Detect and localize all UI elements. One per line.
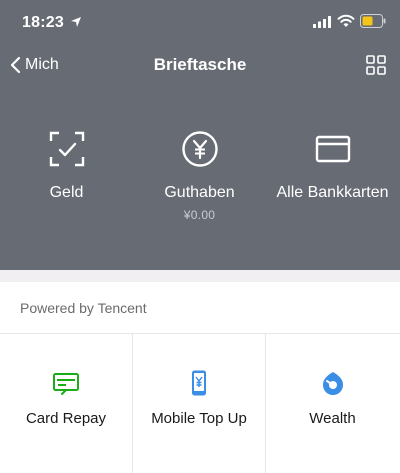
bank-cards-button[interactable]: Alle Bankkarten	[266, 120, 399, 202]
powered-by-label: Powered by Tencent	[20, 300, 147, 316]
wealth-icon	[322, 372, 343, 395]
scan-check-icon	[49, 131, 84, 167]
mobile-top-up-label: Mobile Top Up	[151, 410, 247, 427]
cellular-signal-icon	[313, 16, 331, 28]
status-time: 18:23	[22, 14, 64, 31]
balance-button[interactable]: Guthaben ¥0.00	[133, 120, 266, 222]
wallet-features: Geld Guthaben ¥0.00 Alle Bankkarten	[0, 120, 400, 230]
bank-card-icon	[315, 135, 350, 163]
section-header: Powered by Tencent	[0, 282, 400, 334]
mobile-top-up-button[interactable]: Mobile Top Up	[133, 334, 266, 473]
bank-cards-label: Alle Bankkarten	[276, 184, 389, 201]
money-label: Geld	[49, 184, 84, 201]
balance-label: Guthaben	[164, 184, 235, 201]
balance-amount: ¥0.00	[183, 208, 216, 222]
card-repay-label: Card Repay	[25, 410, 107, 427]
mobile-topup-icon	[192, 370, 206, 396]
wealth-button[interactable]: Wealth	[266, 334, 399, 473]
yen-circle-icon	[181, 131, 218, 167]
section-divider	[0, 270, 400, 282]
card-repay-button[interactable]: Card Repay	[0, 334, 133, 473]
money-button[interactable]: Geld	[0, 120, 133, 202]
page-title: Brieftasche	[153, 55, 247, 74]
grid-menu-icon[interactable]	[366, 55, 386, 75]
services-grid: Card Repay Mobile Top Up Wealth	[0, 334, 400, 473]
battery-icon	[360, 14, 386, 28]
nav-bar: Mich Brieftasche	[0, 44, 400, 88]
status-bar: 18:23	[0, 0, 400, 44]
wealth-label: Wealth	[309, 410, 356, 427]
wifi-icon	[337, 14, 355, 27]
card-repay-icon	[53, 373, 79, 395]
location-arrow-icon	[71, 17, 81, 27]
wallet-header: 18:23 Mich Brieftasche Geld Guthaben ¥0.…	[0, 0, 400, 270]
